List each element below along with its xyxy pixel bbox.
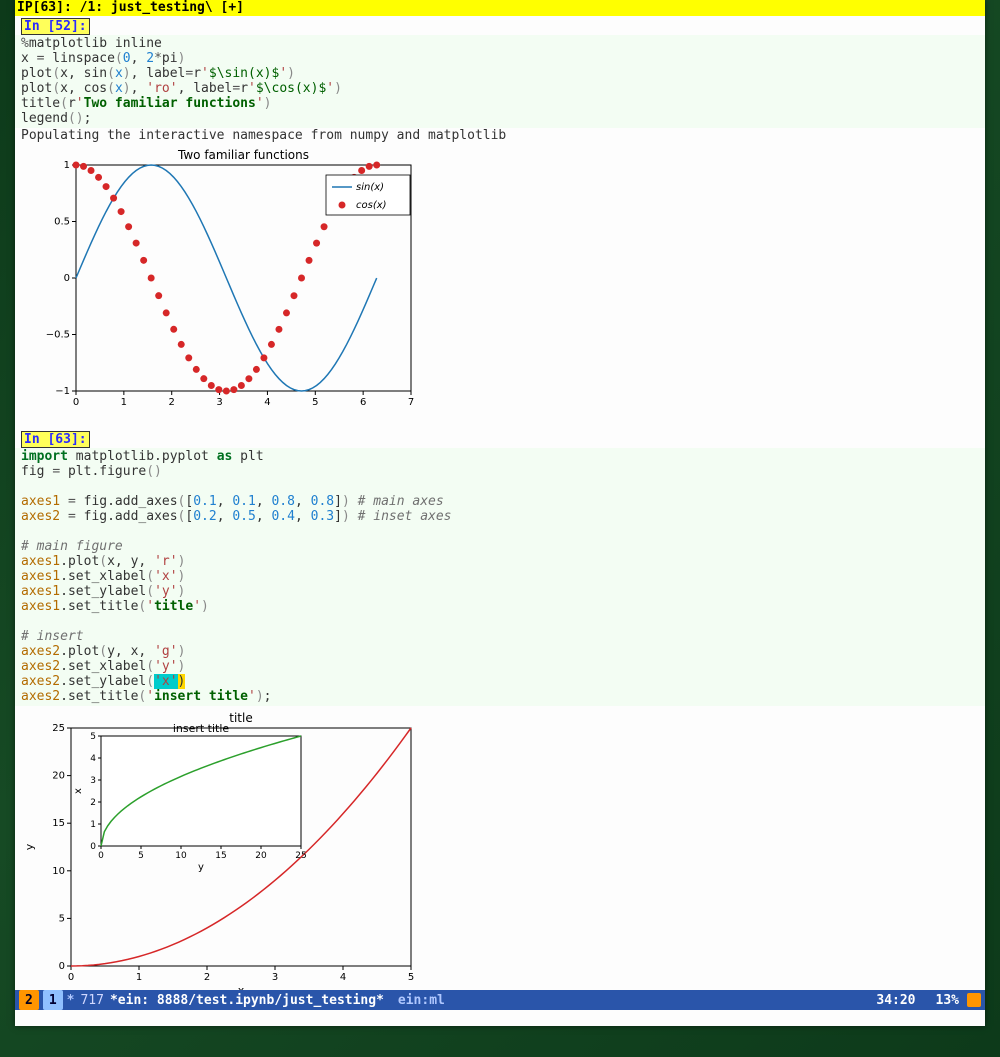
plot-two-familiar-functions: 0 1 2 3 4 5 6 7 −1 −0.5 0 0.5 1 Two familiar function… <box>21 143 985 417</box>
svg-text:sin(x): sin(x) <box>356 182 384 193</box>
svg-text:3: 3 <box>272 972 278 983</box>
svg-text:25: 25 <box>295 851 306 861</box>
svg-text:3: 3 <box>90 776 96 786</box>
svg-text:y: y <box>198 862 204 873</box>
modeline-mode: ein:ml <box>398 993 445 1008</box>
svg-text:1: 1 <box>64 160 70 171</box>
emacs-window: IP[63]: /1: just_testing\ [+] In [52]: %… <box>15 0 985 1026</box>
modeline-buffer-name: *ein: 8888/test.ipynb/just_testing* <box>110 993 384 1008</box>
tab-modified-indicator: [+] <box>213 0 244 15</box>
cell-output-52: Populating the interactive namespace fro… <box>15 128 985 143</box>
modeline-star: * <box>67 993 75 1008</box>
svg-text:10: 10 <box>175 851 187 861</box>
svg-text:10: 10 <box>52 866 65 877</box>
cell-prompt-52: In [52]: <box>21 18 90 35</box>
svg-text:2: 2 <box>169 397 175 408</box>
svg-text:5: 5 <box>90 732 96 742</box>
svg-text:4: 4 <box>340 972 346 983</box>
svg-text:1: 1 <box>90 820 96 830</box>
chart-svg-1: 0 1 2 3 4 5 6 7 −1 −0.5 0 0.5 1 Two familiar function… <box>21 143 421 413</box>
svg-text:0: 0 <box>98 851 104 861</box>
svg-text:5: 5 <box>312 397 318 408</box>
svg-text:2: 2 <box>204 972 210 983</box>
svg-text:1: 1 <box>121 397 127 408</box>
svg-text:0: 0 <box>59 961 65 972</box>
tab-bar[interactable]: IP[63]: /1: just_testing\ [+] <box>15 0 985 16</box>
svg-text:cos(x): cos(x) <box>356 200 387 211</box>
svg-text:6: 6 <box>360 397 366 408</box>
modeline-end-indicator <box>967 993 981 1007</box>
svg-text:−1: −1 <box>55 386 70 397</box>
svg-text:3: 3 <box>216 397 222 408</box>
modeline-cursor-pos: 34:20 <box>876 993 915 1008</box>
svg-text:y: y <box>23 843 36 850</box>
svg-text:4: 4 <box>90 754 96 764</box>
svg-text:20: 20 <box>52 771 65 782</box>
svg-text:insert title: insert title <box>173 722 230 735</box>
svg-text:Two familiar functions: Two familiar functions <box>177 148 309 162</box>
cell-prompt-63: In [63]: <box>21 431 90 448</box>
tab-title: just_testing\ <box>111 0 213 15</box>
cell-code-63[interactable]: import matplotlib.pyplot as plt fig = pl… <box>15 448 985 706</box>
svg-text:title: title <box>229 711 252 725</box>
plot-title-inset: 0 1 2 3 4 5 0 5 10 15 20 25 title x y 0 5 10 15 20 25 0 1 2 3 4 5 i… <box>21 706 985 990</box>
workspace-indicator: 2 <box>19 990 39 1010</box>
svg-text:20: 20 <box>255 851 267 861</box>
tab-prefix: IP[63]: /1: <box>17 0 111 15</box>
svg-text:0: 0 <box>90 842 96 852</box>
svg-text:0: 0 <box>64 273 70 284</box>
svg-text:x: x <box>73 788 84 794</box>
svg-text:0: 0 <box>73 397 79 408</box>
buffer-content[interactable]: In [52]: %matplotlib inline x = linspace… <box>15 16 985 990</box>
cell-code-52[interactable]: %matplotlib inline x = linspace(0, 2*pi)… <box>15 35 985 128</box>
chart-svg-2: 0 1 2 3 4 5 0 5 10 15 20 25 title x y 0 5 10 15 20 25 0 1 2 3 4 5 i… <box>21 706 421 990</box>
svg-text:−0.5: −0.5 <box>46 330 70 341</box>
svg-text:4: 4 <box>264 397 270 408</box>
modeline: 2 1 * 717 *ein: 8888/test.ipynb/just_tes… <box>15 990 985 1010</box>
svg-text:2: 2 <box>90 798 96 808</box>
minibuffer[interactable] <box>15 1010 985 1026</box>
svg-text:1: 1 <box>136 972 142 983</box>
modeline-linecount: 717 <box>80 993 103 1008</box>
svg-text:5: 5 <box>59 913 65 924</box>
svg-text:5: 5 <box>408 972 414 983</box>
svg-text:5: 5 <box>138 851 144 861</box>
svg-text:7: 7 <box>408 397 414 408</box>
svg-text:25: 25 <box>52 723 65 734</box>
modeline-percent: 13% <box>936 993 959 1008</box>
window-indicator: 1 <box>43 990 63 1010</box>
svg-text:15: 15 <box>215 851 226 861</box>
svg-text:0.5: 0.5 <box>54 217 70 228</box>
svg-text:0: 0 <box>68 972 74 983</box>
svg-text:15: 15 <box>52 818 65 829</box>
